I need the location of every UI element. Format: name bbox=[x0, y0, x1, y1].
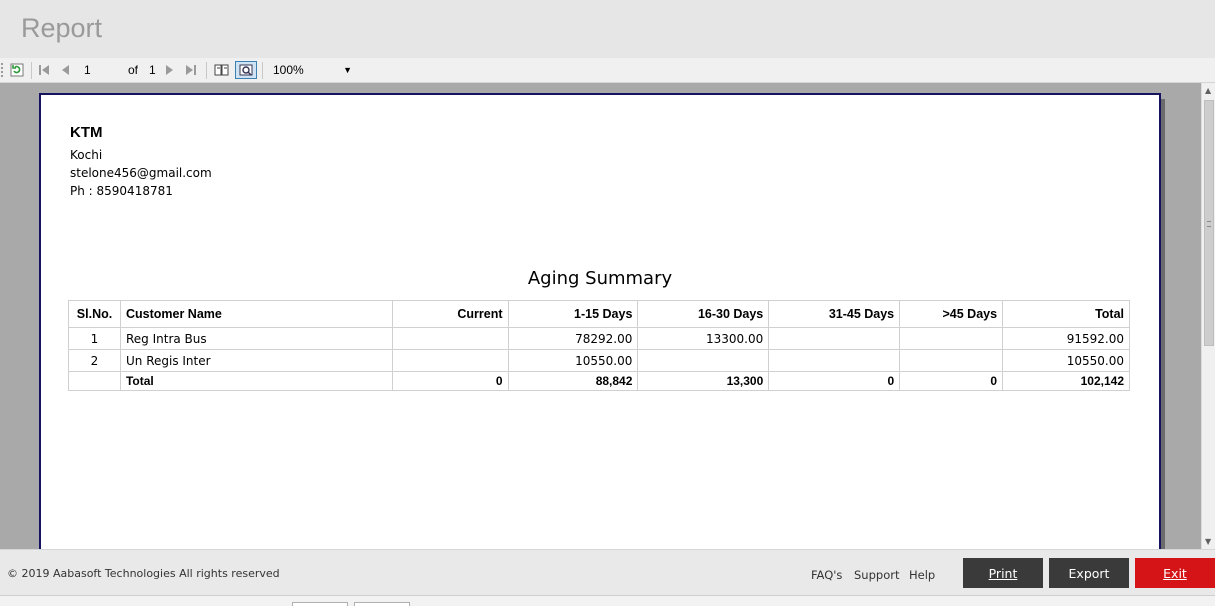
bottom-strip bbox=[0, 595, 1215, 606]
cell-customer: Reg Intra Bus bbox=[119, 327, 393, 350]
cell-1-15: 10550.00 bbox=[507, 349, 639, 372]
print-button-label: Print bbox=[988, 565, 1018, 581]
window-title: Report bbox=[21, 13, 103, 43]
company-city: Kochi bbox=[70, 148, 103, 162]
cell-31-45 bbox=[768, 349, 901, 372]
help-link[interactable]: Help bbox=[909, 568, 935, 582]
bottom-tab[interactable] bbox=[292, 602, 348, 606]
report-title: Aging Summary bbox=[527, 268, 673, 289]
cell-1-15: 78292.00 bbox=[507, 327, 639, 350]
table-row: 1 Reg Intra Bus 78292.00 13300.00 91592.… bbox=[68, 327, 1130, 350]
cell-16-30: 13300.00 bbox=[637, 327, 770, 350]
page-setup-icon[interactable] bbox=[212, 61, 232, 79]
column-header: >45 Days bbox=[899, 300, 1004, 328]
company-email: stelone456@gmail.com bbox=[70, 166, 212, 180]
toolbar-separator bbox=[31, 62, 32, 79]
title-bar: Report bbox=[0, 0, 1215, 58]
previous-page-icon[interactable] bbox=[58, 61, 74, 79]
cell-total: 10550.00 bbox=[1002, 349, 1130, 372]
page-number-input[interactable] bbox=[80, 61, 122, 79]
total-pages: 1 bbox=[149, 63, 156, 77]
column-header: Sl.No. bbox=[68, 300, 121, 328]
cell-customer: Un Regis Inter bbox=[119, 349, 393, 372]
exit-button-label: Exit bbox=[1163, 565, 1187, 581]
scroll-up-icon[interactable]: ▲ bbox=[1205, 86, 1211, 95]
column-header: Current bbox=[391, 300, 509, 328]
cell-empty bbox=[68, 371, 121, 391]
scroll-down-icon[interactable]: ▼ bbox=[1205, 537, 1211, 546]
vertical-scrollbar[interactable]: ▲ ▼ bbox=[1201, 83, 1215, 549]
total-1-15: 88,842 bbox=[507, 371, 639, 391]
last-page-icon[interactable] bbox=[183, 61, 199, 79]
cell-31-45 bbox=[768, 327, 901, 350]
thumb-grip bbox=[1207, 221, 1211, 227]
footer: © 2019 Aabasoft Technologies All rights … bbox=[0, 549, 1215, 595]
export-button[interactable]: Export bbox=[1049, 558, 1129, 588]
of-label: of bbox=[128, 63, 139, 77]
zoom-dropdown[interactable]: 100% ▼ bbox=[268, 61, 356, 80]
export-button-label: Export bbox=[1068, 565, 1110, 581]
total-16-30: 13,300 bbox=[637, 371, 770, 391]
refresh-icon[interactable] bbox=[8, 61, 26, 79]
print-layout-icon[interactable] bbox=[235, 61, 257, 79]
cell-sl: 2 bbox=[68, 349, 121, 372]
toolbar-grip[interactable] bbox=[1, 63, 5, 77]
table-row: 2 Un Regis Inter 10550.00 10550.00 bbox=[68, 349, 1130, 372]
scrollbar-thumb[interactable] bbox=[1204, 100, 1214, 346]
cell-current bbox=[391, 349, 509, 372]
column-header: Total bbox=[1002, 300, 1130, 328]
column-header: 1-15 Days bbox=[507, 300, 639, 328]
cell-current bbox=[391, 327, 509, 350]
chevron-down-icon: ▼ bbox=[343, 65, 352, 75]
support-link[interactable]: Support bbox=[854, 568, 899, 582]
column-header: 16-30 Days bbox=[637, 300, 770, 328]
total-over-45: 0 bbox=[899, 371, 1004, 391]
cell-over-45 bbox=[899, 349, 1004, 372]
print-button[interactable]: Print bbox=[963, 558, 1043, 588]
toolbar-separator bbox=[206, 62, 207, 79]
report-page: KTM Kochi stelone456@gmail.com Ph : 8590… bbox=[39, 93, 1161, 549]
table-header-row: Sl.No. Customer Name Current 1-15 Days 1… bbox=[68, 300, 1130, 328]
total-31-45: 0 bbox=[768, 371, 901, 391]
cell-sl: 1 bbox=[68, 327, 121, 350]
aging-summary-table: Sl.No. Customer Name Current 1-15 Days 1… bbox=[68, 300, 1130, 391]
exit-button[interactable]: Exit bbox=[1135, 558, 1215, 588]
total-current: 0 bbox=[391, 371, 509, 391]
faq-link[interactable]: FAQ's bbox=[811, 568, 842, 582]
bottom-tab[interactable] bbox=[354, 602, 410, 606]
report-viewer[interactable]: KTM Kochi stelone456@gmail.com Ph : 8590… bbox=[0, 83, 1215, 549]
grand-total: 102,142 bbox=[1002, 371, 1130, 391]
first-page-icon[interactable] bbox=[36, 61, 52, 79]
company-phone: Ph : 8590418781 bbox=[70, 184, 173, 198]
toolbar-separator bbox=[262, 62, 263, 79]
totals-row: Total 0 88,842 13,300 0 0 102,142 bbox=[68, 371, 1130, 391]
report-toolbar: of 1 100% ▼ bbox=[0, 58, 1215, 83]
column-header: Customer Name bbox=[119, 300, 393, 328]
cell-16-30 bbox=[637, 349, 770, 372]
totals-label: Total bbox=[119, 371, 393, 391]
company-name: KTM bbox=[70, 124, 103, 141]
cell-total: 91592.00 bbox=[1002, 327, 1130, 350]
column-header: 31-45 Days bbox=[768, 300, 901, 328]
copyright-text: © 2019 Aabasoft Technologies All rights … bbox=[7, 567, 280, 580]
next-page-icon[interactable] bbox=[161, 61, 177, 79]
zoom-value: 100% bbox=[273, 63, 304, 77]
cell-over-45 bbox=[899, 327, 1004, 350]
